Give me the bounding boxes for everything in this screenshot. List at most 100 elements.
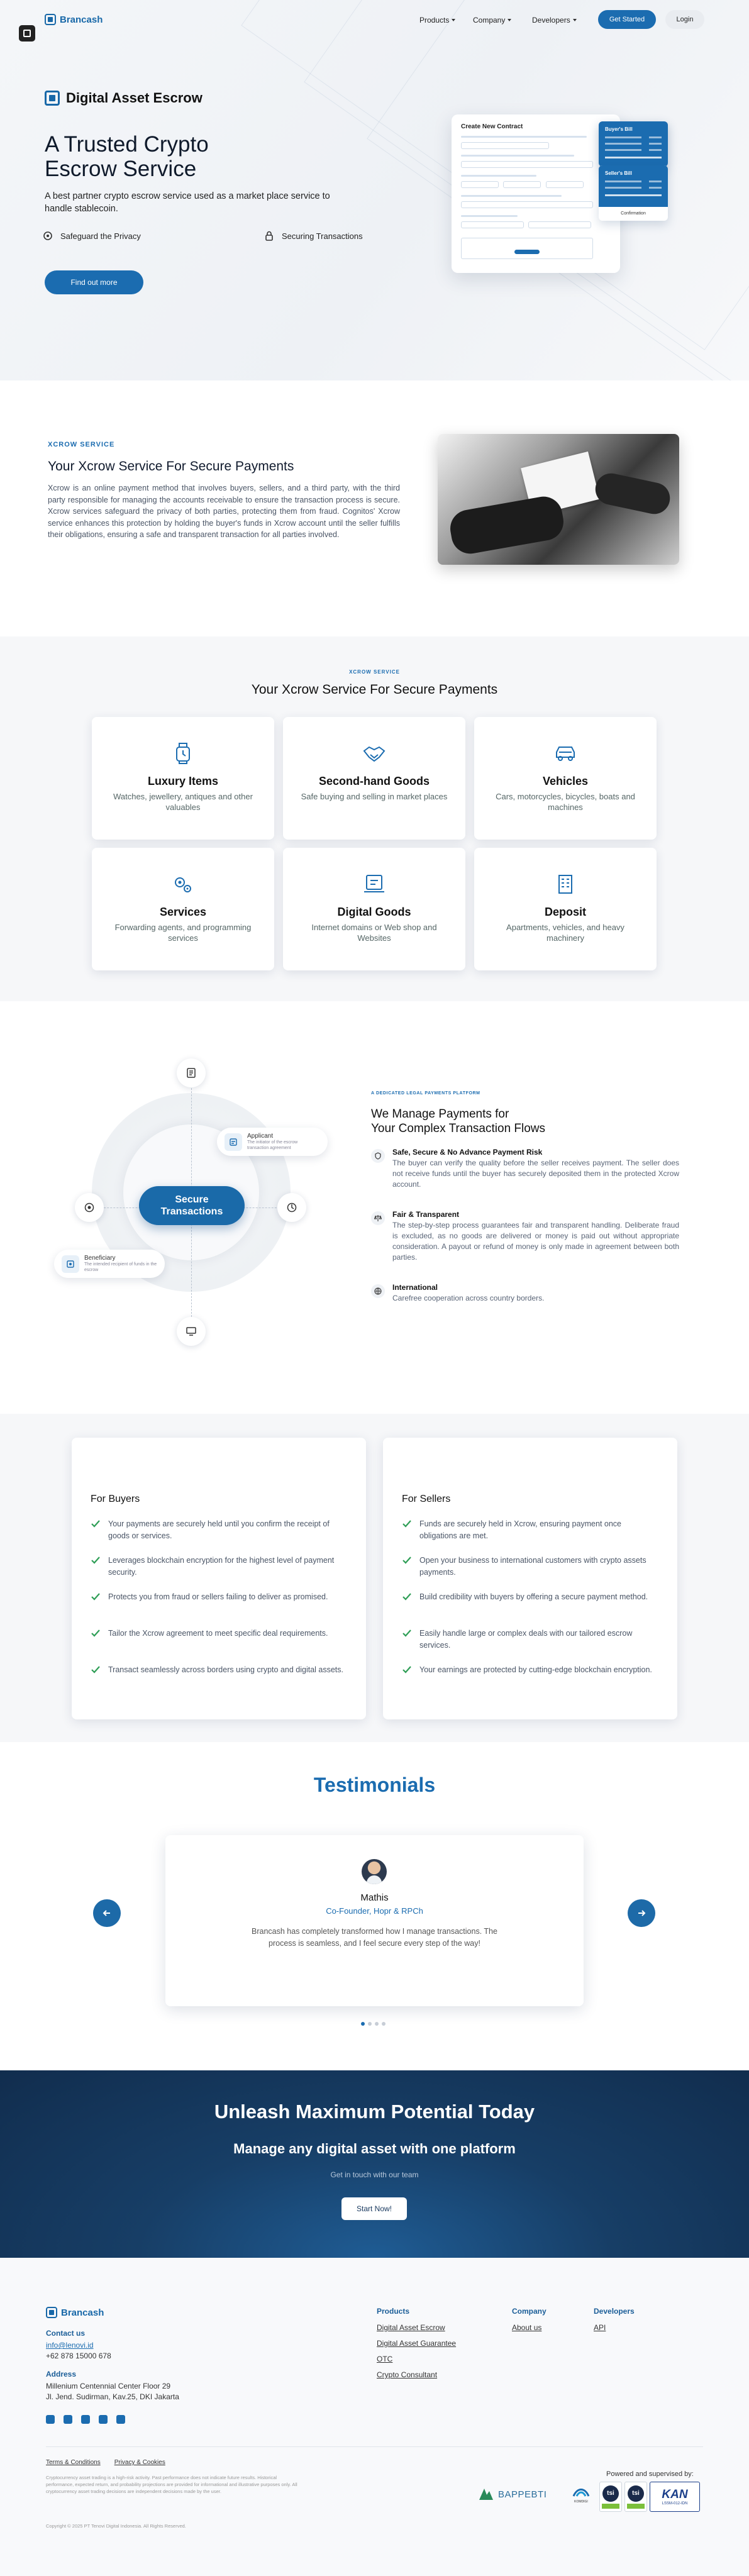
nav-developers[interactable]: Developers [532,16,577,25]
testimonials-title: Testimonials [313,1774,436,1796]
buyers-item-text: Transact seamlessly across borders using… [108,1665,344,1674]
nav-products-label: Products [419,16,450,25]
manage-tag: A DEDICATED LEGAL PAYMENTS PLATFORM [371,1091,480,1096]
nav-company[interactable]: Company [473,16,512,25]
linkedin-icon[interactable] [81,2415,90,2424]
check-icon [402,1629,411,1637]
service-card-deposit[interactable]: Deposit Apartments, vehicles, and heavy … [474,848,657,970]
footer-link-otc[interactable]: OTC [377,2355,392,2363]
service-desc: Internet domains or Web shop and Website… [311,923,437,943]
facebook-icon[interactable] [99,2415,108,2424]
pagination-dot[interactable] [382,2022,386,2026]
find-out-more-button[interactable]: Find out more [45,270,143,294]
address-line-2: Jl. Jend. Sudirman, Kav.25, DKI Jakarta [46,2392,179,2401]
list-item: Easily handle large or complex deals wit… [402,1628,660,1664]
service-title: Services [159,906,207,918]
list-item: Build credibility with buyers by offerin… [402,1591,660,1628]
sellers-item-text: Easily handle large or complex deals wit… [419,1629,633,1650]
start-now-button[interactable]: Start Now! [341,2197,407,2220]
kan-badge-sub: LSSM-012-IDN [662,2502,688,2506]
testimonial-role: Co-Founder, Hopr & RPCh [326,1906,423,1916]
settings-icon [277,1193,306,1222]
manage-title-line-2: Your Complex Transaction Flows [371,1122,546,1135]
service-card-digital-goods[interactable]: Digital Goods Internet domains or Web sh… [283,848,465,970]
beneficiary-pill: Beneficiary The intended recipient of fun… [54,1250,165,1278]
secure-transactions-center: Secure Transactions [139,1186,245,1225]
login-button[interactable]: Login [665,10,704,29]
mockup-title: Create New Contract [461,123,523,130]
check-icon [91,1629,100,1637]
chevron-down-icon [508,19,512,21]
certification-badges: tsi tsi KAN LSSM-012-IDN [599,2482,700,2512]
scale-icon [371,1211,385,1225]
bappebti-text: BAPPEBTI [498,2489,547,2500]
testimonial-name: Mathis [360,1892,389,1903]
service-desc: Forwarding agents, and programming servi… [114,923,252,943]
confirmation-label: Confirmation [621,211,646,216]
manage-item-title: Fair & Transparent [392,1210,460,1219]
list-item: Your payments are securely held until yo… [91,1518,348,1555]
footer-link-api[interactable]: API [594,2323,606,2332]
brand-logo[interactable]: Brancash [45,14,103,25]
footer-col-company: Company [512,2307,546,2316]
next-testimonial-button[interactable] [628,1899,655,1927]
komdigi-emblem-icon [572,2489,590,2497]
cta-text: Get in touch with our team [330,2170,419,2179]
shield-icon [371,1149,385,1163]
pagination-dot[interactable] [361,2022,365,2026]
service-card-vehicles[interactable]: Vehicles Cars, motorcycles, bicycles, bo… [474,717,657,840]
footer-logo[interactable]: Brancash [46,2307,104,2318]
social-links [46,2415,125,2424]
contract-mockup: Create New Contract [452,114,620,273]
service-card-services[interactable]: Services Forwarding agents, and programm… [92,848,274,970]
chevron-down-icon [572,19,577,21]
monitor-icon [177,1317,206,1346]
get-started-button[interactable]: Get Started [598,10,656,29]
check-icon [91,1666,100,1674]
service-title: Second-hand Goods [318,775,430,787]
buyers-sellers-section: For Buyers Your payments are securely he… [0,1414,749,1742]
legal-links: Terms & Conditions Privacy & Cookies [46,2459,165,2466]
sellers-item-text: Build credibility with buyers by offerin… [419,1592,648,1601]
applicant-icon [225,1133,242,1151]
check-icon [91,1557,100,1564]
list-item: Your earnings are protected by cutting-e… [402,1664,660,1701]
address-label: Address [46,2370,77,2379]
instagram-icon[interactable] [46,2415,55,2424]
nav-products[interactable]: Products [419,16,456,25]
buyers-item-text: Protects you from fraud or sellers faili… [108,1592,328,1601]
handshake-document-image [438,434,679,565]
terms-link[interactable]: Terms & Conditions [46,2459,101,2466]
twitter-icon[interactable] [64,2415,72,2424]
document-icon [177,1058,206,1087]
footer-col-products: Products [377,2307,410,2316]
footer-link-escrow[interactable]: Digital Asset Escrow [377,2323,445,2332]
service-card-second-hand[interactable]: Second-hand Goods Safe buying and sellin… [283,717,465,840]
youtube-icon[interactable] [116,2415,125,2424]
accessibility-widget-icon[interactable] [19,25,35,42]
service-title: Digital Goods [337,906,411,918]
footer-link-guarantee[interactable]: Digital Asset Guarantee [377,2339,456,2348]
prev-testimonial-button[interactable] [93,1899,121,1927]
pagination-dot[interactable] [375,2022,379,2026]
service-card-luxury[interactable]: Luxury Items Watches, jewellery, antique… [92,717,274,840]
footer-link-about[interactable]: About us [512,2323,541,2332]
feature-privacy: Safeguard the Privacy [42,230,141,242]
tsi-badge-text: tsi [628,2485,644,2502]
product-icon [45,91,60,106]
check-icon [402,1593,411,1601]
pagination-dot[interactable] [368,2022,372,2026]
logo-icon [45,14,56,25]
list-item: Funds are securely held in Xcrow, ensuri… [402,1518,660,1555]
building-icon [558,875,572,894]
buyers-item-text: Your payments are securely held until yo… [108,1519,330,1540]
feature-securing-label: Securing Transactions [282,231,363,241]
gears-icon [175,877,191,892]
footer-link-consultant[interactable]: Crypto Consultant [377,2370,437,2379]
services-tag: XCROW SERVICE [349,669,400,675]
globe-icon [371,1284,385,1298]
footer-email-link[interactable]: info@lenovi.id [46,2341,94,2350]
manage-item-desc: The step-by-step process guarantees fair… [392,1221,679,1262]
applicant-title: Applicant [247,1133,274,1140]
privacy-link[interactable]: Privacy & Cookies [114,2459,165,2466]
